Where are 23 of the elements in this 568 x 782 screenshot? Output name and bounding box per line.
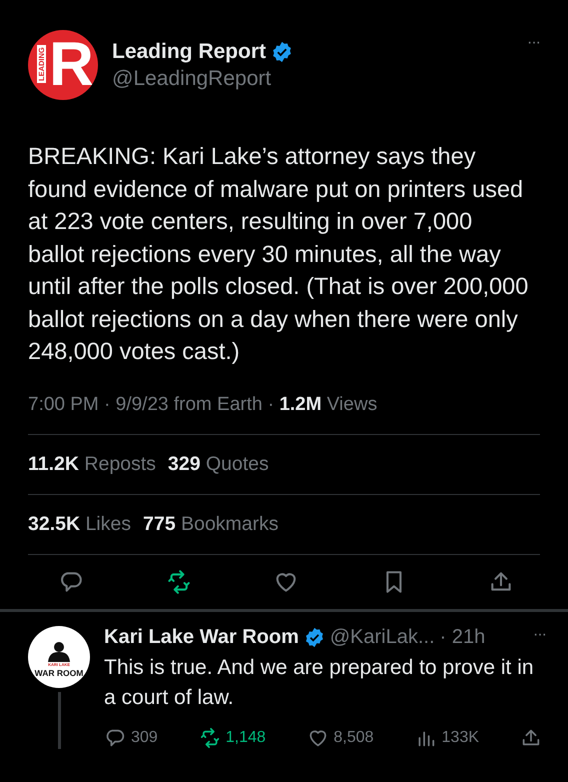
repost-icon [198,726,221,748]
stat-link[interactable]: 32.5K Likes [28,512,131,536]
views-button[interactable]: 133K [414,726,480,748]
stat-link[interactable]: 329 Quotes [168,452,269,476]
post-time: · 21h [440,626,486,648]
author-name[interactable]: Kari Lake War Room [104,626,299,648]
repost-icon [166,568,192,594]
tweet-text: BREAKING: Kari Lake’s attorney says they found evidence of malware put on printers used at 223 vote centers, resulting in over 7,000 ballot rejections every 30 minutes, all the way until after the polls closed. (That is over 200,000 ballot rejections on a day when there were only 248,000 votes cast.) [28,142,530,366]
author-name[interactable]: Leading Report [112,40,266,64]
repost-button[interactable] [166,568,192,594]
stat-link[interactable]: 11.2K Reposts [28,452,156,476]
tweet-timestamp: 7:00 PM · 9/9/23 from Earth · 1.2M Views [28,394,540,434]
logo-letter: R [49,32,94,98]
reply-text: This is true. And we are prepared to prove it in a court of law. [104,654,534,710]
author-handle[interactable]: @LeadingReport [112,66,514,90]
more-button[interactable]: ··· [533,626,546,644]
reply-button[interactable]: 309 [104,726,158,748]
more-button[interactable]: ··· [527,34,540,52]
stat-link[interactable]: 775 Bookmarks [143,512,278,536]
repost-button[interactable]: 1,148 [198,726,266,748]
like-button[interactable]: 8,508 [306,726,374,748]
logo-text: WAR ROOM [34,668,84,678]
author-handle[interactable]: @KariLak... [330,626,435,648]
